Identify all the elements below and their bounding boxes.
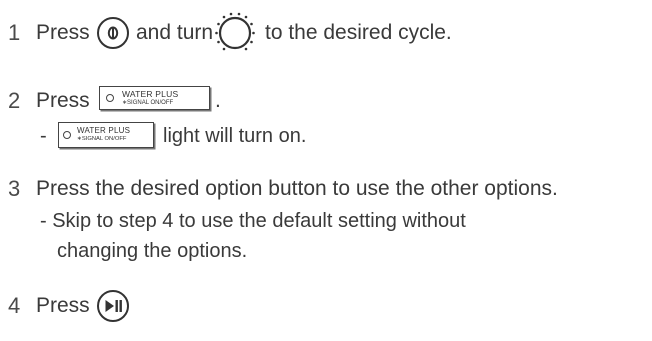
step-2-note-text: light will turn on.	[163, 125, 307, 147]
step-3-note-line-2: changing the options.	[57, 240, 248, 262]
step-4-number: 4	[8, 293, 21, 318]
step-1-and-turn-text: and turn	[136, 21, 214, 44]
step-2-period: .	[215, 89, 221, 112]
step-1-number: 1	[8, 20, 21, 45]
step-4-press-text: Press	[36, 294, 90, 317]
start-pause-icon	[97, 290, 129, 322]
step-1-press-text: Press	[36, 21, 90, 44]
signal-on-off-label: ∗SIGNAL ON/OFF	[122, 100, 174, 106]
water-plus-led-icon	[63, 131, 71, 139]
water-plus-label: WATER PLUS	[122, 89, 179, 99]
cycle-dial-icon	[215, 12, 255, 51]
water-plus-label: WATER PLUS	[77, 126, 131, 135]
water-plus-button: WATER PLUS ∗SIGNAL ON/OFF	[99, 86, 210, 110]
step-2-press-text: Press	[36, 89, 90, 112]
step-2-number: 2	[8, 88, 21, 113]
step-3-text: Press the desired option button to use t…	[36, 177, 558, 200]
step-2-note-dash: -	[40, 125, 47, 147]
step-1-rest-text: to the desired cycle.	[265, 21, 452, 44]
water-plus-button-indicator: WATER PLUS ∗SIGNAL ON/OFF	[58, 122, 154, 148]
water-plus-led-icon	[106, 94, 114, 102]
power-button-icon	[97, 17, 129, 49]
step-3-note-line-1: - Skip to step 4 to use the default sett…	[40, 210, 466, 232]
signal-on-off-label: ∗SIGNAL ON/OFF	[77, 136, 127, 142]
step-3-number: 3	[8, 176, 21, 201]
